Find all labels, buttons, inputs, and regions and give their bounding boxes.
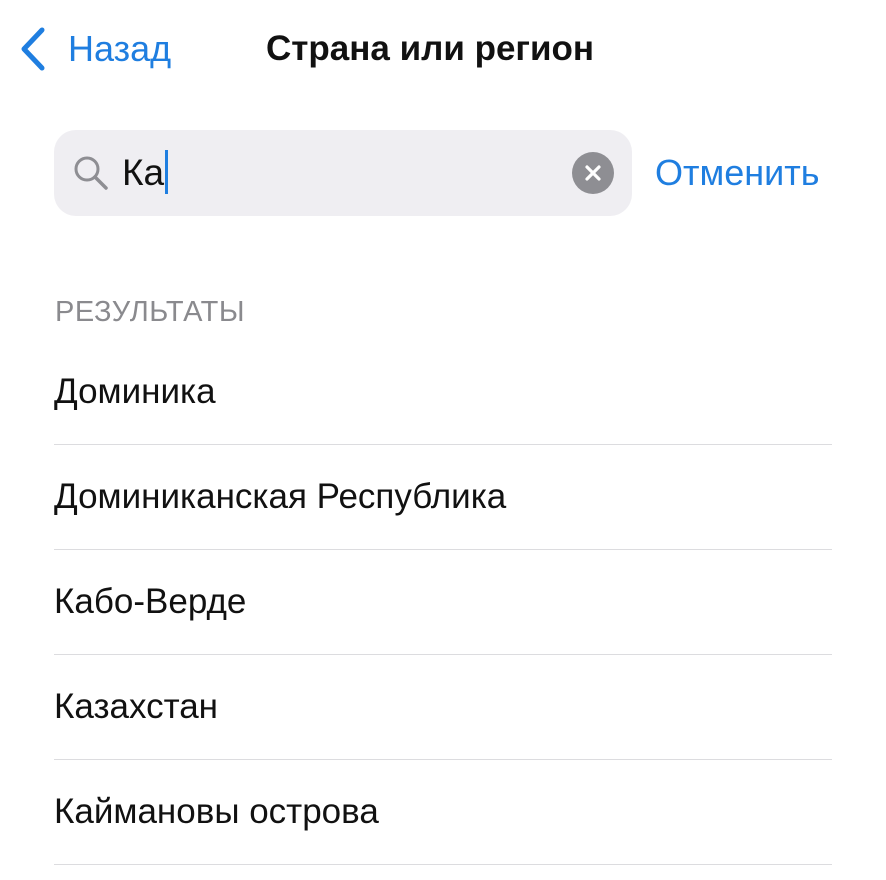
list-item[interactable]: Доминиканская Республика xyxy=(54,445,832,550)
list-item[interactable]: Казахстан xyxy=(54,655,832,760)
list-item[interactable]: Каймановы острова xyxy=(54,760,832,865)
back-button-label: Назад xyxy=(68,28,172,69)
chevron-left-icon xyxy=(21,27,45,71)
list-item-label: Доминиканская Республика xyxy=(54,477,507,516)
search-icon xyxy=(74,156,108,190)
search-query: Ка xyxy=(122,152,165,193)
country-region-screen: Назад Страна или регион Ка Отменить РЕЗУ… xyxy=(0,0,886,880)
navigation-bar: Назад Страна или регион xyxy=(0,0,886,100)
list-item-label: Казахстан xyxy=(54,687,219,726)
list-item[interactable]: Кабо-Верде xyxy=(54,550,832,655)
search-input-text[interactable]: Ка xyxy=(122,148,169,198)
back-button[interactable]: Назад xyxy=(18,24,171,74)
results-section-header: РЕЗУЛЬТАТЫ xyxy=(55,296,246,328)
text-caret xyxy=(165,150,169,195)
search-input[interactable]: Ка xyxy=(54,130,632,216)
list-item-label: Кабо-Верде xyxy=(54,582,247,621)
clear-search-button[interactable] xyxy=(572,152,614,194)
list-item[interactable]: Доминика xyxy=(54,340,832,445)
page-title: Страна или регион xyxy=(266,29,595,68)
results-list: Доминика Доминиканская Республика Кабо-В… xyxy=(54,340,832,865)
list-item-label: Каймановы острова xyxy=(54,792,379,831)
list-item-label: Доминика xyxy=(54,372,216,411)
cancel-button[interactable]: Отменить xyxy=(655,148,820,198)
clear-x-icon xyxy=(585,165,601,181)
